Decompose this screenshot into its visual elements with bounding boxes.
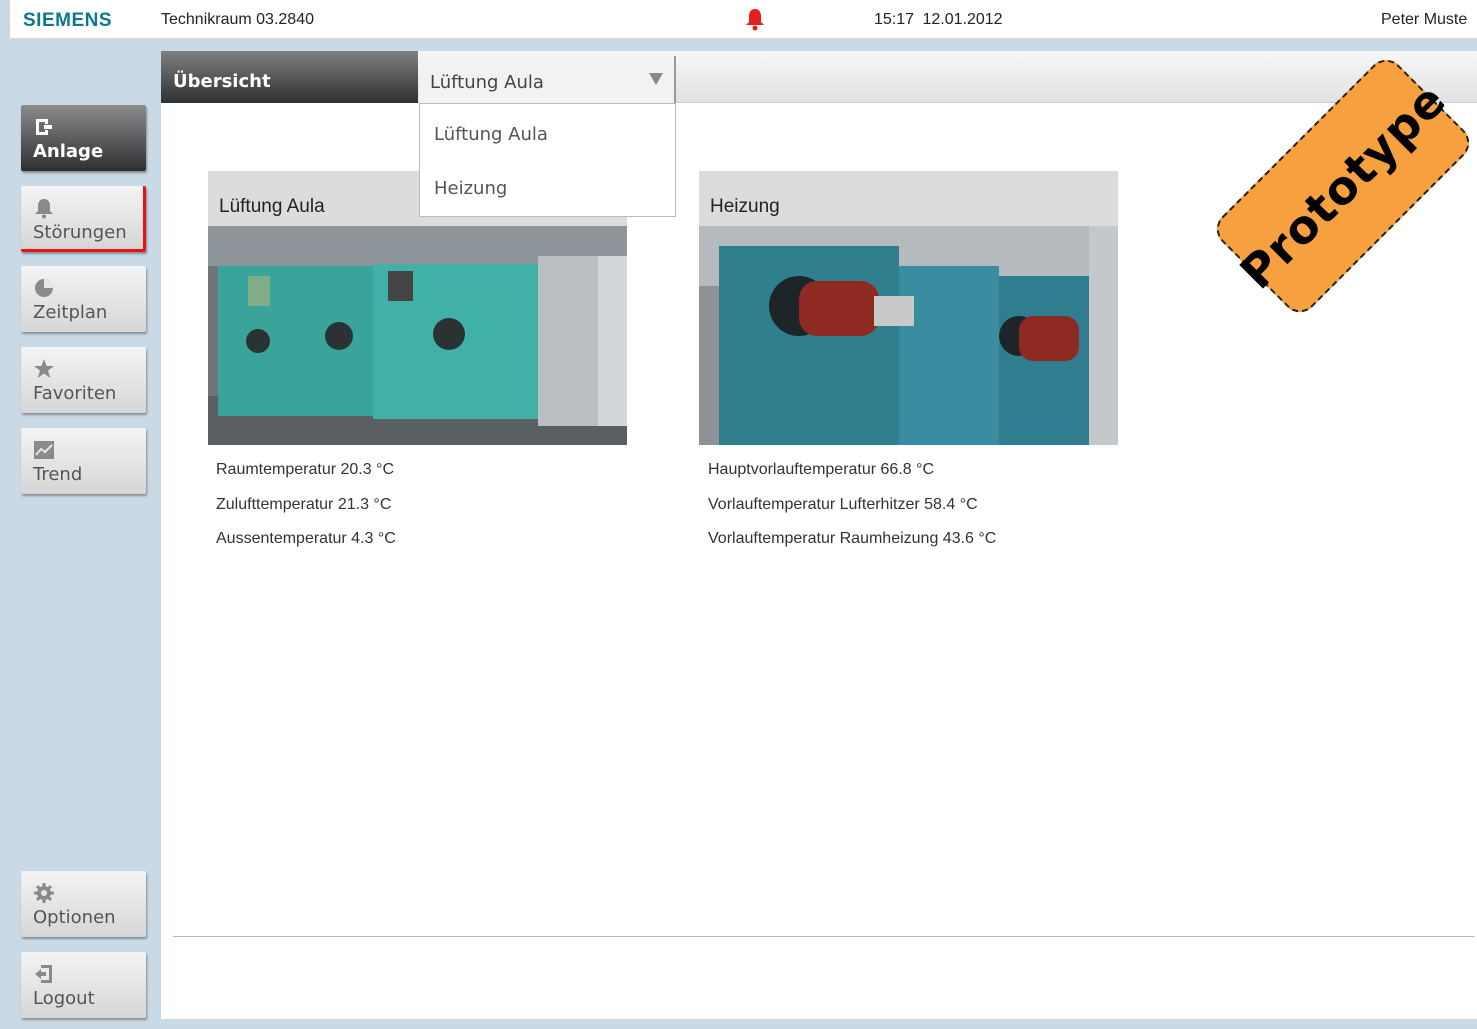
nav-zeitplan-button[interactable]: Zeitplan [21, 266, 146, 332]
star-icon [34, 359, 54, 378]
card-heizung-title: Heizung [710, 196, 780, 217]
select-option-lueftung[interactable]: Lüftung Aula [434, 124, 548, 145]
select-option-heizung[interactable]: Heizung [434, 178, 507, 199]
nav-trend-label: Trend [33, 464, 83, 485]
nav-optionen-label: Optionen [33, 907, 116, 928]
system-select-menu: Lüftung Aula Heizung [419, 103, 676, 217]
reading-vorlauftemperatur-raumheizung: Vorlauftemperatur Raumheizung 43.6 °C [708, 530, 997, 547]
reading-zulufttemperatur: Zulufttemperatur 21.3 °C [216, 496, 392, 513]
user-name[interactable]: Peter Muste [1381, 11, 1467, 29]
alarm-bell-icon[interactable] [745, 7, 765, 31]
logout-icon [35, 965, 52, 983]
system-select-value: Lüftung Aula [430, 72, 544, 93]
datetime: 15:17 12.01.2012 [874, 11, 1003, 29]
location-label: Technikraum 03.2840 [161, 11, 314, 28]
nav-anlage-button[interactable]: Anlage [21, 105, 146, 171]
reading-aussentemperatur: Aussentemperatur 4.3 °C [216, 530, 396, 547]
boiler-room-image[interactable] [699, 226, 1118, 445]
card-heizung-header[interactable]: Heizung [699, 171, 1118, 226]
tab-overview[interactable]: Übersicht [161, 51, 418, 103]
card-lueftung-title: Lüftung Aula [219, 196, 325, 217]
schedule-icon [35, 279, 53, 297]
top-bar: SIEMENS Technikraum 03.2840 15:17 12.01.… [10, 0, 1477, 39]
reading-raumtemperatur: Raumtemperatur 20.3 °C [216, 461, 395, 478]
nav-trend-button[interactable]: Trend [21, 428, 146, 494]
date-label: 12.01.2012 [922, 11, 1003, 28]
reading-vorlauftemperatur-lufterhitzer: Vorlauftemperatur Lufterhitzer 58.4 °C [708, 496, 978, 513]
nav-zeitplan-label: Zeitplan [33, 302, 108, 323]
nav-optionen-button[interactable]: Optionen [21, 871, 146, 937]
ventilation-unit-image[interactable] [208, 226, 627, 445]
time-label: 15:17 [874, 11, 915, 28]
bell-icon [35, 199, 53, 219]
footer-divider [173, 936, 1475, 937]
trend-icon [34, 441, 54, 459]
gear-icon [34, 883, 54, 903]
nav-logout-label: Logout [33, 988, 95, 1009]
nav-favoriten-button[interactable]: Favoriten [21, 347, 146, 413]
siemens-logo: SIEMENS [23, 10, 113, 31]
nav-logout-button[interactable]: Logout [21, 952, 146, 1018]
nav-stoerungen-button[interactable]: Störungen [21, 186, 146, 252]
nav-favoriten-label: Favoriten [33, 383, 117, 404]
reading-hauptvorlauftemperatur: Hauptvorlauftemperatur 66.8 °C [708, 461, 935, 478]
chevron-down-icon [649, 73, 663, 85]
system-select[interactable]: Lüftung Aula [419, 56, 676, 103]
nav-stoerungen-label: Störungen [33, 222, 127, 243]
plant-icon [36, 119, 52, 135]
nav-anlage-label: Anlage [33, 141, 104, 162]
